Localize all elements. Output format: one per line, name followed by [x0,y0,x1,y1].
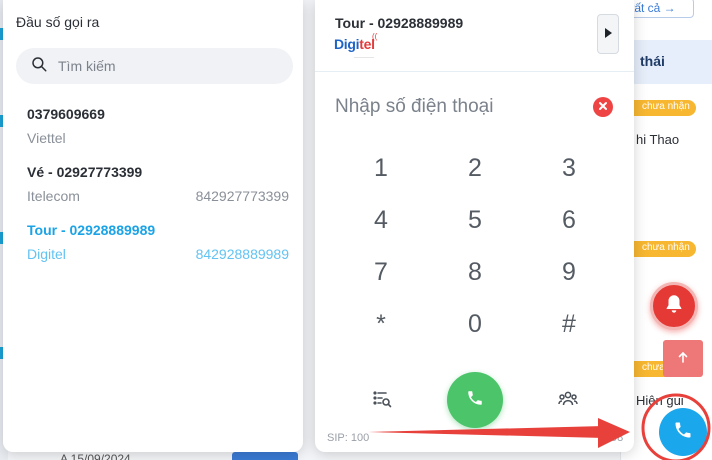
outgoing-number-panel: Đầu số gọi ra 0379609669 Viettel Vé - 02… [3,0,303,452]
selected-line-title: Tour - 02928889989 [335,15,464,31]
dial-key-7[interactable]: 7 [336,250,426,294]
expand-panel-button[interactable] [597,14,619,54]
outgoing-line-item[interactable]: 0379609669 Viettel [27,106,289,156]
line-carrier: Digitel [27,246,66,262]
clear-input-button[interactable] [593,97,613,117]
dial-key-6[interactable]: 6 [524,198,614,242]
phone-number-input[interactable] [335,93,585,121]
contacts-group-button[interactable] [554,387,582,415]
dialer-header: Tour - 02928889989 Digitel (( ————— [315,0,634,72]
search-icon [30,55,48,78]
dial-key-0[interactable]: 0 [430,302,520,346]
softphone-toggle-button[interactable] [659,408,707,456]
scroll-to-top-button[interactable] [663,340,703,377]
bell-icon [663,293,685,320]
view-all-link[interactable]: tất cả → [624,0,694,18]
dial-key-2[interactable]: 2 [430,146,520,190]
phone-icon [673,420,693,445]
outgoing-line-item-selected[interactable]: Tour - 02928889989 Digitel 842928889989 [27,222,289,272]
background-button[interactable] [232,452,298,460]
sip-status-suffix: 98 [611,432,624,444]
search-input[interactable] [58,58,278,74]
line-number: 842927773399 [195,188,289,204]
line-name: Tour - 02928889989 [27,222,156,238]
dial-key-9[interactable]: 9 [524,250,614,294]
panel-title: Đầu số gọi ra [16,14,100,30]
dial-key-star[interactable]: * [336,302,426,346]
list-search-icon [372,389,392,414]
line-name: Vé - 02927773399 [27,164,143,180]
dial-key-hash[interactable]: # [524,302,614,346]
caret-right-icon [604,25,612,43]
call-history-button[interactable] [368,387,396,415]
background-row-text: A 15/09/2024 [60,452,131,460]
group-icon [558,390,578,413]
sip-status-text: SIP: 100 [327,432,370,444]
dial-key-5[interactable]: 5 [430,198,520,242]
digitel-logo: Digitel (( ————— [334,32,378,59]
notification-button[interactable] [650,282,698,330]
outgoing-line-item[interactable]: Vé - 02927773399 Itelecom 842927773399 [27,164,289,214]
line-number: 842928889989 [195,246,289,262]
call-button[interactable] [447,372,503,428]
dial-key-4[interactable]: 4 [336,198,426,242]
dial-key-8[interactable]: 8 [430,250,520,294]
table-cell: Hiện gui [636,393,684,408]
table-cell: hi Thao [636,132,680,147]
dialer-panel: Tour - 02928889989 Digitel (( ————— 1 2 … [315,0,634,452]
close-icon [598,98,608,116]
line-name: 0379609669 [27,106,105,122]
arrow-up-icon [677,350,689,368]
phone-icon [466,389,484,412]
search-box[interactable] [16,48,293,84]
dial-key-1[interactable]: 1 [336,146,426,190]
line-carrier: Itelecom [27,188,80,204]
line-carrier: Viettel [27,130,66,146]
dial-key-3[interactable]: 3 [524,146,614,190]
